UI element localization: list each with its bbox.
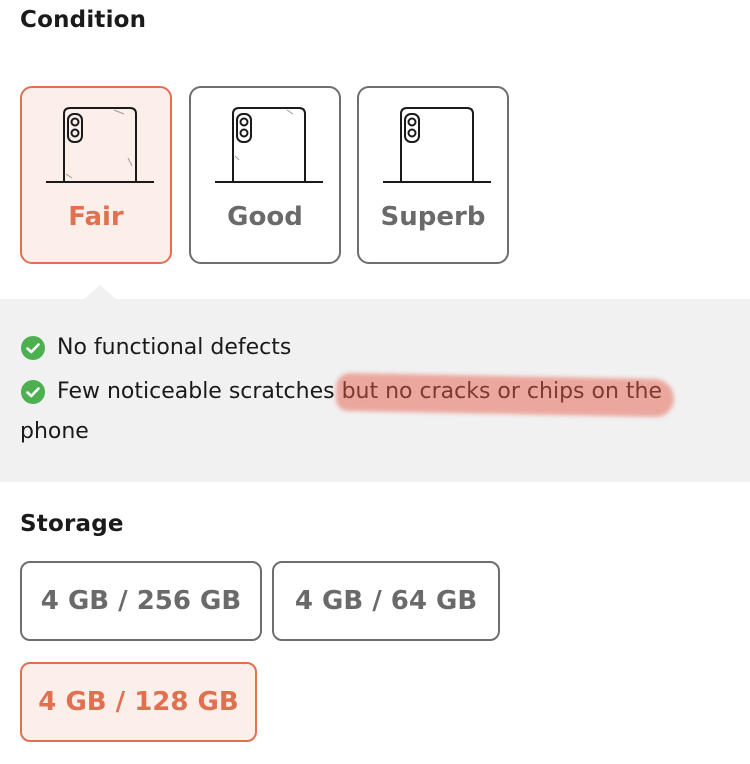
feature-text-plain: Few noticeable scratches bbox=[57, 379, 335, 404]
condition-info-panel: No functional defects Few noticeable scr… bbox=[0, 285, 750, 482]
feature-item: Few noticeable scratches but no cracks o… bbox=[20, 372, 738, 452]
phone-fair-icon bbox=[46, 107, 154, 183]
condition-label-good: Good bbox=[227, 202, 303, 232]
condition-title: Condition bbox=[20, 7, 147, 33]
condition-label-superb: Superb bbox=[380, 202, 486, 232]
storage-option-256gb[interactable]: 4 GB / 256 GB bbox=[20, 561, 262, 641]
storage-option-64gb[interactable]: 4 GB / 64 GB bbox=[272, 561, 500, 641]
highlighted-text: but no cracks or chips on the bbox=[341, 379, 662, 404]
storage-title: Storage bbox=[20, 511, 124, 537]
info-panel-pointer bbox=[84, 285, 116, 299]
feature-text: No functional defects bbox=[57, 335, 292, 360]
phone-good-icon bbox=[215, 107, 323, 183]
feature-item: No functional defects bbox=[20, 328, 738, 368]
feature-text-wrap: phone bbox=[20, 419, 89, 444]
condition-option-good[interactable]: Good bbox=[189, 86, 341, 264]
check-circle-icon bbox=[21, 380, 45, 404]
storage-option-128gb[interactable]: 4 GB / 128 GB bbox=[20, 662, 257, 742]
condition-option-superb[interactable]: Superb bbox=[357, 86, 509, 264]
condition-label-fair: Fair bbox=[68, 202, 124, 232]
check-circle-icon bbox=[21, 336, 45, 360]
feature-text: Few noticeable scratches but no cracks o… bbox=[20, 372, 738, 452]
phone-superb-icon bbox=[383, 107, 491, 183]
condition-option-fair[interactable]: Fair bbox=[20, 86, 172, 264]
